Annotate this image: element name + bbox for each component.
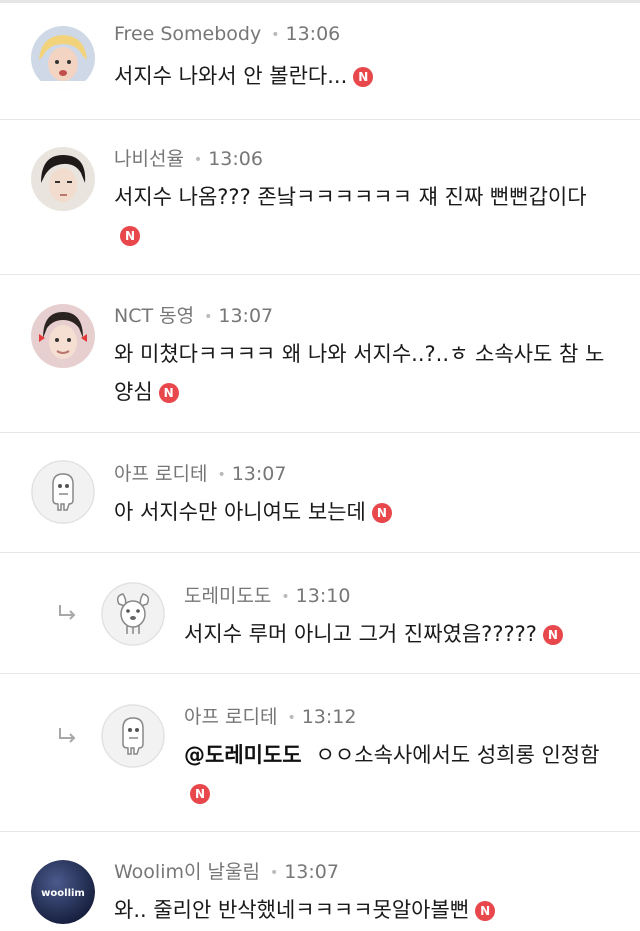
new-badge-icon: N (353, 67, 374, 87)
new-badge-icon: N (542, 625, 563, 645)
comment-text-block: 서지수 루머 아니고 그거 진짜였음????? N (184, 615, 614, 653)
new-badge-icon: N (475, 901, 496, 921)
reply-item: 아프 로디테 • 13:12 @도레미도도 ㅇㅇ소속사에서도 성희롱 인정함 N (0, 674, 640, 832)
user-avatar[interactable] (101, 582, 165, 646)
user-avatar[interactable]: woollim (31, 860, 95, 924)
comment-text: 와.. 줄리안 반삭했네ㅋㅋㅋㅋ못알아볼뻔 (114, 898, 470, 922)
comment-time: 13:10 (295, 585, 351, 607)
mention-link[interactable]: @도레미도도 (184, 743, 302, 767)
comment-meta: 도레미도도 • 13:10 (184, 581, 350, 608)
author-name[interactable]: 아프 로디테 (114, 463, 207, 485)
comment-text-block: 와.. 줄리안 반삭했네ㅋㅋㅋㅋ못알아볼뻔 N (114, 891, 614, 929)
logo-text: woollim (41, 888, 85, 899)
default-character-icon (31, 460, 95, 524)
comment-item: NCT 동영 • 13:07 와 미쳤다ㅋㅋㅋㅋ 왜 나와 서지수..?..ㅎ 소속… (0, 275, 640, 433)
comment-meta: 아프 로디테 • 13:07 (114, 459, 286, 486)
comment-meta: Free Somebody • 13:06 (114, 23, 340, 45)
comment-item: 나비선율 • 13:06 서지수 나옴??? 존낰ㅋㅋㅋㅋㅋㅋ 쟤 진짜 뻔뻔갑이다… (0, 120, 640, 275)
comment-text: 서지수 나옴??? 존낰ㅋㅋㅋㅋㅋㅋ 쟤 진짜 뻔뻔갑이다 (114, 185, 587, 209)
user-avatar[interactable] (31, 26, 95, 90)
separator-dot: • (217, 466, 226, 483)
user-avatar[interactable] (101, 704, 165, 768)
comment-meta: NCT 동영 • 13:07 (114, 301, 273, 328)
reply-arrow-icon (59, 605, 76, 620)
default-character-icon (101, 704, 165, 768)
comment-time: 13:06 (285, 23, 341, 45)
separator-dot: • (271, 26, 280, 43)
user-avatar[interactable] (31, 460, 95, 524)
separator-dot: • (281, 588, 290, 605)
comment-text-block: @도레미도도 ㅇㅇ소속사에서도 성희롱 인정함 N (184, 736, 604, 812)
user-avatar[interactable] (31, 304, 95, 368)
comment-meta: 아프 로디테 • 13:12 (184, 702, 356, 729)
comment-text-block: 아 서지수만 아니여도 보는데 N (114, 493, 614, 531)
comment-text: 서지수 나와서 안 볼란다... (114, 64, 348, 88)
separator-dot: • (204, 308, 213, 325)
separator-dot: • (269, 864, 279, 881)
comment-time: 13:12 (301, 706, 357, 728)
reply-arrow-icon (59, 728, 76, 743)
comment-text-block: 와 미쳤다ㅋㅋㅋㅋ 왜 나와 서지수..?..ㅎ 소속사도 참 노양심 N (114, 335, 610, 411)
comment-text: ㅇㅇ소속사에서도 성희롱 인정함 (315, 743, 600, 767)
comment-text: 서지수 루머 아니고 그거 진짜였음????? (184, 622, 537, 646)
comment-meta: 나비선율 • 13:06 (114, 144, 263, 171)
author-name[interactable]: 나비선율 (114, 148, 184, 170)
comment-time: 13:07 (284, 861, 339, 883)
comment-item: Free Somebody • 13:06 서지수 나와서 안 볼란다... N (0, 3, 640, 120)
new-badge-icon: N (371, 503, 392, 523)
separator-dot: • (193, 151, 203, 168)
comment-time: 13:07 (231, 463, 287, 485)
reply-item: 도레미도도 • 13:10 서지수 루머 아니고 그거 진짜였음????? N (0, 553, 640, 674)
author-name[interactable]: Woolim이 날울림 (114, 861, 260, 883)
comment-text-block: 서지수 나옴??? 존낰ㅋㅋㅋㅋㅋㅋ 쟤 진짜 뻔뻔갑이다 N (114, 178, 604, 254)
author-name[interactable]: 도레미도도 (184, 585, 271, 607)
new-badge-icon: N (158, 383, 179, 403)
comment-item: woollim Woolim이 날울림 • 13:07 와.. 줄리안 반삭했네ㅋㅋ… (0, 832, 640, 931)
new-badge-icon: N (190, 784, 210, 804)
comment-meta: Woolim이 날울림 • 13:07 (114, 857, 339, 884)
comment-item: 아프 로디테 • 13:07 아 서지수만 아니여도 보는데 N (0, 433, 640, 553)
default-dog-icon (101, 582, 165, 646)
comment-text: 와 미쳤다ㅋㅋㅋㅋ 왜 나와 서지수..?..ㅎ 소속사도 참 노양심 (114, 342, 605, 404)
user-avatar[interactable] (31, 147, 95, 211)
author-name[interactable]: Free Somebody (114, 23, 261, 45)
woollim-logo: woollim (31, 860, 95, 924)
comment-time: 13:07 (218, 305, 274, 327)
comment-screen: { "comments": [ {"author":"Free Somebody… (0, 0, 640, 928)
comment-time: 13:06 (208, 148, 263, 170)
comment-text-block: 서지수 나와서 안 볼란다... N (114, 57, 614, 95)
new-badge-icon: N (120, 226, 140, 246)
author-name[interactable]: 아프 로디테 (184, 706, 277, 728)
comment-text: 아 서지수만 아니여도 보는데 (114, 500, 366, 524)
separator-dot: • (287, 709, 296, 726)
author-name[interactable]: NCT 동영 (114, 305, 194, 327)
